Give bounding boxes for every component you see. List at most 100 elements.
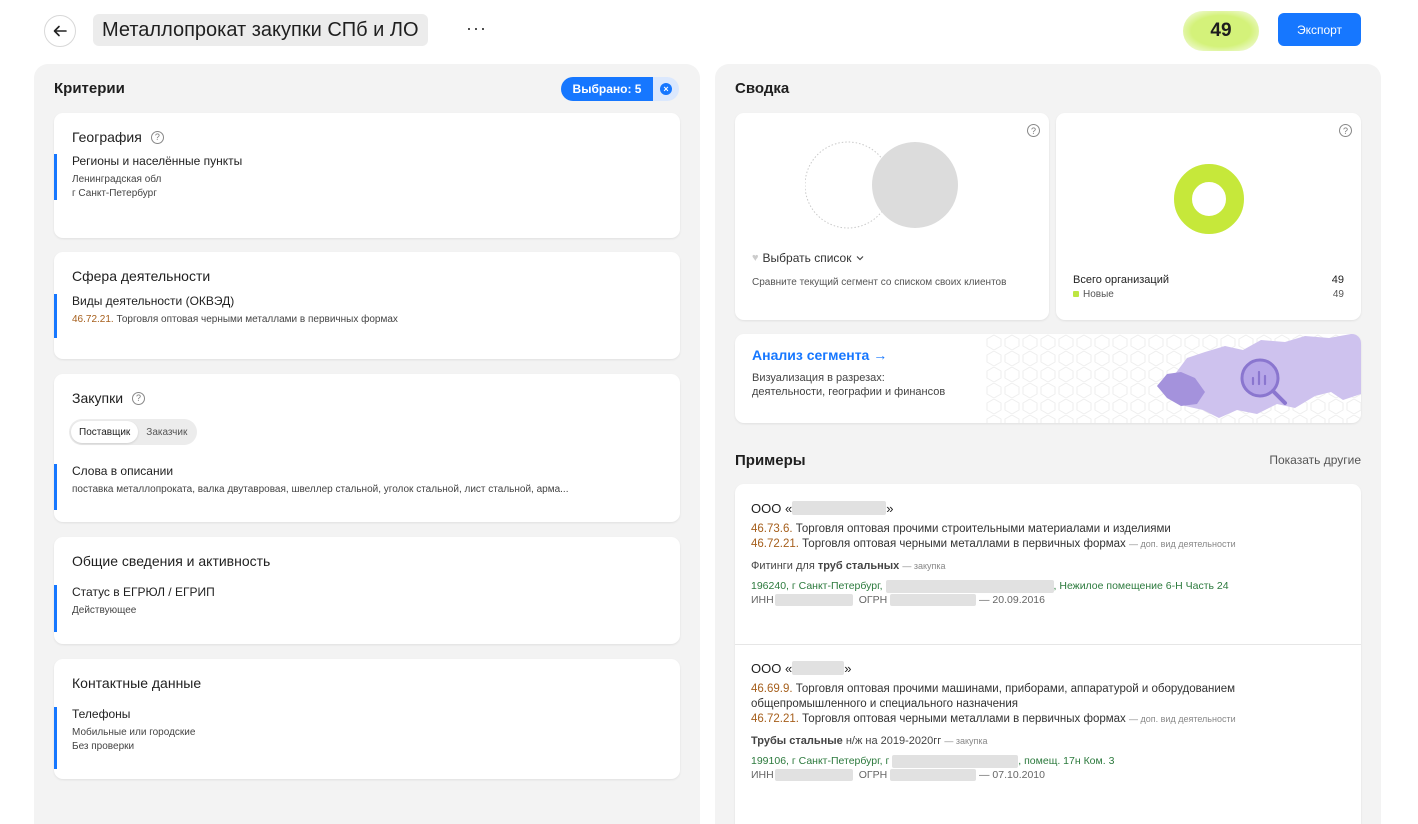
select-list-label: Выбрать список <box>762 251 852 265</box>
procurement-criterion-label: Слова в описании <box>72 464 174 478</box>
segment-title[interactable]: Металлопрокат закупки СПб и ЛО <box>93 14 428 46</box>
okved-line: 46.72.21. Торговля оптовая черными метал… <box>751 712 1361 727</box>
redacted-block <box>792 661 845 675</box>
activity-criterion: Виды деятельности (ОКВЭД) 46.72.21. Торг… <box>54 294 398 338</box>
geography-value: Ленинградская обл <box>72 174 162 185</box>
new-legend-swatch <box>1073 291 1079 297</box>
examples-title: Примеры <box>735 452 806 469</box>
okved-text: Торговля оптовая прочими машинами, прибо… <box>795 683 1236 695</box>
status-criterion-label: Статус в ЕГРЮЛ / ЕГРИП <box>72 585 215 599</box>
company-ids: ИНН ОГРН — 07.10.2010 <box>751 768 1361 782</box>
registration-date: — 20.09.2016 <box>979 594 1045 606</box>
procurement-post: н/ж на 2019-2020гг <box>842 735 942 747</box>
chevron-down-icon <box>857 256 864 261</box>
new-orgs-value: 49 <box>1332 289 1344 300</box>
redacted-block <box>774 769 853 782</box>
total-orgs-label: Всего организаций <box>1073 274 1169 286</box>
procurement-line: Трубы стальные н/ж на 2019-2020гг — заку… <box>751 734 1361 749</box>
segment-analysis-banner[interactable]: Анализ сегмента → Визуализация в разреза… <box>735 334 1361 423</box>
show-more-link[interactable]: Показать другие <box>1269 453 1361 467</box>
divider <box>735 644 1361 645</box>
total-orgs-row: Всего организаций 49 <box>1073 274 1344 286</box>
compare-list-tile: ? ♥ Выбрать список Сравните текущий сегм… <box>735 113 1049 320</box>
company-address: 196240, г Санкт-Петербург, , Нежилое пом… <box>751 579 1361 593</box>
select-list-dropdown[interactable]: ♥ Выбрать список <box>752 251 865 265</box>
redacted-block <box>774 594 853 607</box>
okved-line: 46.69.9. Торговля оптовая прочими машина… <box>751 682 1361 697</box>
example-company[interactable]: ООО « » 46.69.9. Торговля оптовая прочим… <box>735 659 1361 782</box>
criteria-panel: Критерии Выбрано: 5 × География ? Регион… <box>34 64 700 824</box>
more-options-button[interactable]: ··· <box>466 18 487 39</box>
okved-text: Торговля оптовая прочими строительными м… <box>795 523 1171 535</box>
compare-hint: Сравните текущий сегмент со списком свои… <box>752 277 1007 288</box>
company-name-prefix: ООО « <box>751 500 793 516</box>
okved-code: 46.72.21. <box>751 713 799 725</box>
procurement-note: — закупка <box>944 736 988 746</box>
activity-value: 46.72.21. Торговля оптовая черными метал… <box>72 313 398 327</box>
okved-line: 46.73.6. Торговля оптовая прочими строит… <box>751 522 1361 537</box>
activity-card[interactable]: Сфера деятельности Виды деятельности (ОК… <box>54 252 680 359</box>
procurement-card[interactable]: Закупки ? Поставщик Заказчик Слова в опи… <box>54 374 680 522</box>
segment-analysis-link[interactable]: Анализ сегмента → <box>752 347 887 363</box>
back-button[interactable] <box>44 15 76 47</box>
address-end: , Нежилое помещение 6-Н Часть 24 <box>1053 580 1229 592</box>
analysis-line: Визуализация в разрезах: <box>752 372 885 384</box>
total-orgs-value: 49 <box>1331 274 1344 286</box>
okved-code: 46.72.21. <box>751 538 799 550</box>
donut-ring-new <box>1174 164 1244 234</box>
activity-title: Сфера деятельности <box>72 268 211 284</box>
donut-chart <box>1174 164 1244 234</box>
help-icon[interactable]: ? <box>150 130 164 144</box>
okved-note: — доп. вид деятельности <box>1129 539 1236 549</box>
redacted-block <box>890 769 977 782</box>
procurement-pre: Фитинги для <box>751 560 818 572</box>
okved-code: 46.73.6. <box>751 523 793 535</box>
role-toggle: Поставщик Заказчик <box>69 419 198 445</box>
status-criterion: Статус в ЕГРЮЛ / ЕГРИП Действующее <box>54 585 215 632</box>
geography-title-text: География <box>72 129 142 145</box>
help-icon[interactable]: ? <box>132 391 146 405</box>
company-name: ООО « » <box>751 659 1361 677</box>
procurement-keyword: труб стальных <box>817 560 900 572</box>
redacted-block <box>792 501 887 515</box>
clear-selection-button[interactable]: × <box>653 77 679 101</box>
procurement-note: — закупка <box>902 561 946 571</box>
procurement-line: Фитинги для труб стальных — закупка <box>751 559 1361 574</box>
selected-count-badge[interactable]: Выбрано: 5 <box>561 77 653 101</box>
contacts-card[interactable]: Контактные данные Телефоны Мобильные или… <box>54 659 680 779</box>
okved-line: общепромышленного и специального назначе… <box>751 697 1361 712</box>
summary-title: Сводка <box>735 80 790 97</box>
company-name: ООО « » <box>751 499 1361 517</box>
geography-criterion-label: Регионы и населённые пункты <box>72 154 243 168</box>
phones-criterion: Телефоны Мобильные или городские Без про… <box>54 707 195 769</box>
okved-code: 46.69.9. <box>751 683 793 695</box>
okved-text: Торговля оптовая черными металлами в пер… <box>802 713 1126 725</box>
general-info-card[interactable]: Общие сведения и активность Статус в ЕГР… <box>54 537 680 644</box>
help-icon[interactable]: ? <box>1027 124 1040 137</box>
geography-value: г Санкт-Петербург <box>72 188 157 199</box>
segment-analysis-description: Визуализация в разрезах: деятельности, г… <box>752 371 945 399</box>
arrow-left-icon <box>53 25 67 37</box>
general-info-title: Общие сведения и активность <box>72 553 271 569</box>
phones-value: Мобильные или городские <box>72 727 196 738</box>
toggle-customer[interactable]: Заказчик <box>138 421 195 443</box>
example-company[interactable]: ООО « » 46.73.6. Торговля оптовая прочим… <box>735 499 1361 607</box>
redacted-block <box>892 754 1019 768</box>
help-icon[interactable]: ? <box>1339 124 1352 137</box>
status-value: Действующее <box>72 605 137 616</box>
company-name-suffix: » <box>886 500 894 516</box>
new-orgs-legend: Новые <box>1073 289 1114 300</box>
procurement-keywords: поставка металлопроката, валка двутавров… <box>72 484 569 495</box>
ogrn-label: ОГРН <box>858 769 888 781</box>
analysis-line: деятельности, географии и финансов <box>752 386 946 398</box>
toggle-supplier[interactable]: Поставщик <box>71 421 139 443</box>
okved-line: 46.72.21. Торговля оптовая черными метал… <box>751 537 1361 552</box>
redacted-block <box>885 579 1054 593</box>
export-button[interactable]: Экспорт <box>1278 13 1361 46</box>
examples-list: ООО « » 46.73.6. Торговля оптовая прочим… <box>735 484 1361 824</box>
geography-criterion: Регионы и населённые пункты Ленинградска… <box>54 154 242 200</box>
total-orgs-tile: ? Всего организаций 49 Новые 49 <box>1056 113 1361 320</box>
summary-panel: Сводка ? ♥ Выбрать список Сравните текущ… <box>715 64 1381 824</box>
geography-card[interactable]: География ? Регионы и населённые пункты … <box>54 113 680 238</box>
company-name-suffix: » <box>844 660 852 676</box>
